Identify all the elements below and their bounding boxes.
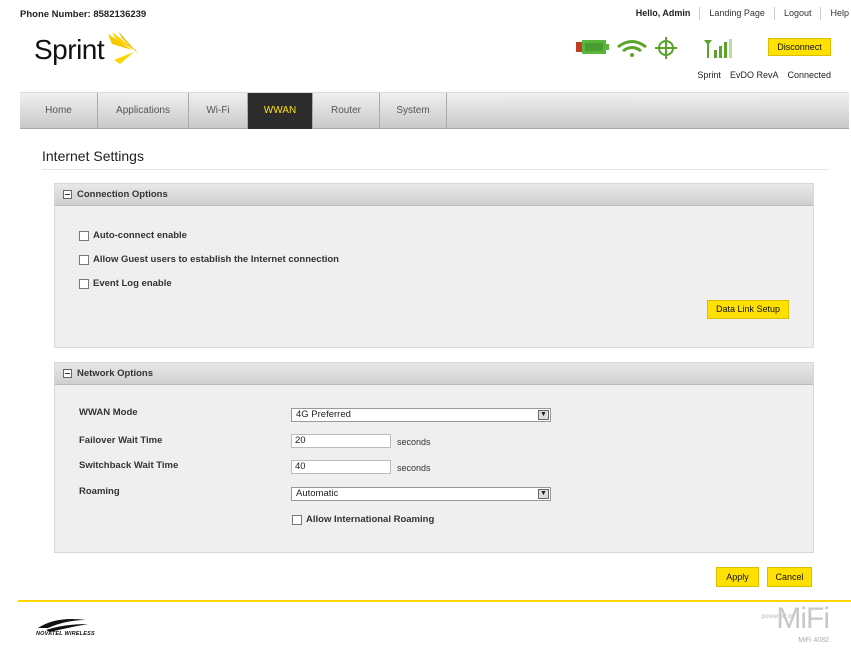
tab-router[interactable]: Router — [313, 93, 380, 129]
phone-number: Phone Number: 8582136239 — [20, 9, 147, 20]
wwan-mode-select[interactable]: 4G Preferred ▼ — [291, 408, 551, 422]
intl-roaming-checkbox[interactable] — [292, 514, 302, 525]
allow-guest-row: Allow Guest users to establish the Inter… — [79, 254, 339, 265]
wwan-mode-label: WWAN Mode — [79, 407, 138, 418]
connection-status: Sprint EvDO RevA Connected — [697, 70, 831, 80]
connection-options-header[interactable]: Connection Options — [55, 184, 813, 206]
roaming-label: Roaming — [79, 486, 120, 497]
intl-roaming-row: Allow International Roaming — [292, 514, 434, 525]
page: Phone Number: 8582136239 Hello, Admin La… — [18, 0, 851, 656]
wwan-mode-value: 4G Preferred — [296, 409, 351, 420]
failover-input[interactable]: 20 — [291, 434, 391, 448]
sprint-logo: Sprint — [34, 30, 144, 70]
switchback-unit: seconds — [397, 463, 431, 473]
tab-system[interactable]: System — [380, 93, 447, 129]
roaming-select[interactable]: Automatic ▼ — [291, 487, 551, 501]
auto-connect-label: Auto-connect enable — [93, 230, 187, 241]
logout-link[interactable]: Logout — [775, 7, 822, 20]
switchback-input[interactable]: 40 — [291, 460, 391, 474]
tab-home[interactable]: Home — [20, 93, 98, 129]
logo-text: Sprint — [34, 34, 105, 65]
failover-label: Failover Wait Time — [79, 435, 163, 446]
signal-bars-icon — [704, 39, 732, 58]
chevron-down-icon: ▼ — [538, 410, 549, 420]
mifi-model: MiFi 4082 — [798, 637, 829, 644]
chevron-down-icon: ▼ — [538, 489, 549, 499]
disconnect-button[interactable]: Disconnect — [768, 38, 831, 56]
top-links: Hello, Admin Landing Page Logout Help — [627, 7, 851, 20]
novatel-text: NOVATEL WIRELESS — [36, 631, 95, 637]
data-link-setup-button[interactable]: Data Link Setup — [707, 300, 789, 319]
footer-divider — [18, 600, 851, 602]
collapse-icon[interactable] — [63, 190, 72, 199]
network-options-panel: Network Options WWAN Mode 4G Preferred ▼… — [54, 362, 814, 553]
switchback-label: Switchback Wait Time — [79, 460, 179, 471]
mifi-logo: MiFi — [776, 602, 830, 635]
connection-options-title: Connection Options — [77, 189, 168, 200]
title-divider — [42, 169, 829, 170]
sprint-swoosh-icon — [108, 31, 141, 64]
battery-icon — [576, 40, 609, 54]
intl-roaming-label: Allow International Roaming — [306, 514, 435, 525]
collapse-icon[interactable] — [63, 369, 72, 378]
cancel-button[interactable]: Cancel — [767, 567, 812, 587]
tab-wwan[interactable]: WWAN — [248, 93, 313, 129]
auto-connect-checkbox[interactable] — [79, 230, 89, 241]
allow-guest-checkbox[interactable] — [79, 254, 89, 265]
allow-guest-label: Allow Guest users to establish the Inter… — [93, 254, 339, 265]
help-link[interactable]: Help — [821, 7, 851, 20]
carrier-name: Sprint — [697, 70, 721, 80]
event-log-label: Event Log enable — [93, 278, 172, 289]
gps-crosshair-icon — [655, 37, 677, 59]
page-title: Internet Settings — [42, 148, 144, 164]
connection-options-panel: Connection Options Auto-connect enable A… — [54, 183, 814, 348]
tab-applications[interactable]: Applications — [98, 93, 189, 129]
greeting: Hello, Admin — [627, 7, 701, 20]
network-options-header[interactable]: Network Options — [55, 363, 813, 385]
connection-state: Connected — [787, 70, 831, 80]
network-type: EvDO RevA — [729, 70, 779, 80]
status-icons — [576, 37, 732, 59]
event-log-checkbox[interactable] — [79, 278, 89, 289]
landing-page-link[interactable]: Landing Page — [700, 7, 775, 20]
main-nav: Home Applications Wi-Fi WWAN Router Syst… — [20, 92, 849, 129]
auto-connect-row: Auto-connect enable — [79, 230, 187, 241]
wifi-icon — [617, 40, 647, 57]
tab-wifi[interactable]: Wi-Fi — [189, 93, 248, 129]
network-options-title: Network Options — [77, 368, 154, 379]
apply-button[interactable]: Apply — [716, 567, 759, 587]
failover-unit: seconds — [397, 437, 431, 447]
roaming-value: Automatic — [296, 488, 339, 499]
event-log-row: Event Log enable — [79, 278, 172, 289]
